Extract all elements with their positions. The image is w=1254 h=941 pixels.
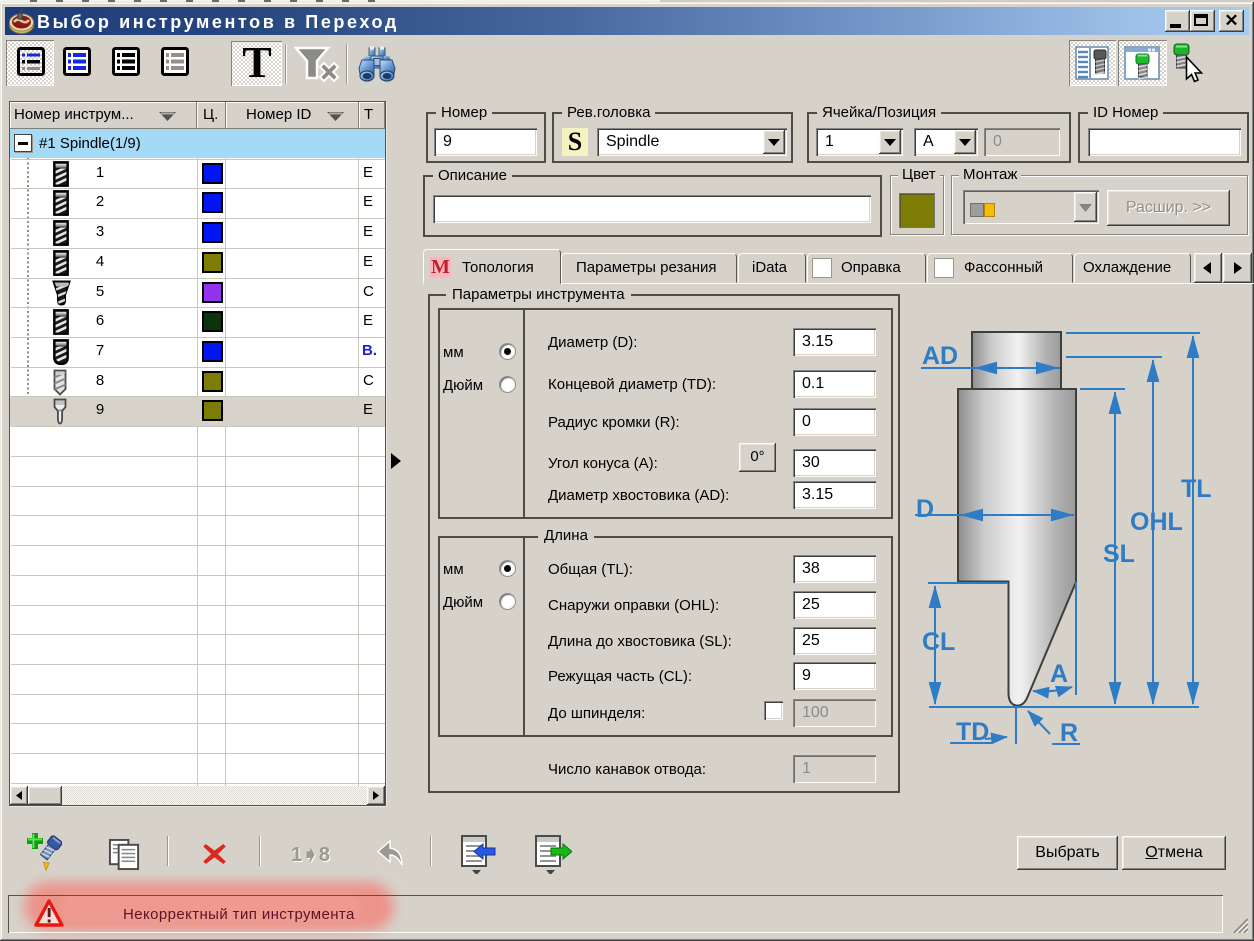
svg-text:CL: CL — [922, 628, 955, 656]
svg-text:AD: AD — [922, 342, 958, 370]
svg-text:TL: TL — [1181, 475, 1212, 503]
svg-text:SL: SL — [1103, 540, 1135, 568]
svg-text:OHL: OHL — [1130, 508, 1183, 536]
svg-text:D: D — [916, 495, 934, 523]
svg-text:R: R — [1060, 719, 1078, 747]
svg-text:TD: TD — [956, 718, 989, 746]
svg-text:A: A — [1050, 660, 1068, 688]
